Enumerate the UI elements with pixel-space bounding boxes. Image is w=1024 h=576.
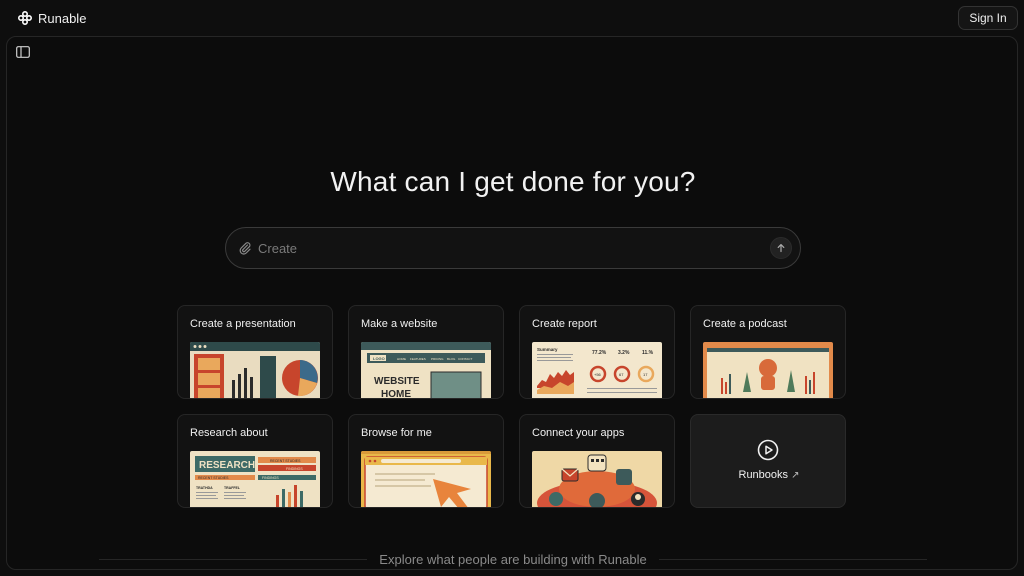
brand[interactable]: Runable (18, 11, 86, 26)
thumb-research-col2: TRAFFEL (224, 486, 241, 490)
page-title: What can I get done for you? (330, 166, 696, 197)
runbooks-label: Runbooks ↗ (691, 469, 845, 481)
prompt-input[interactable] (258, 236, 758, 260)
research-thumbnail: RESEARCH RECENT STUDIES FINDINGS RECENT … (190, 451, 320, 507)
thumb-hero-line2: HOME (381, 389, 411, 399)
card-title: Create a presentation (190, 318, 296, 330)
thumb-nav-contact: CONTACT (458, 357, 472, 361)
prompt-box (225, 227, 801, 269)
browse-thumbnail (361, 451, 491, 507)
thumb-stat-3: 11.% (642, 350, 654, 356)
sidebar-toggle-icon[interactable] (16, 46, 30, 58)
thumb-summary-title: Summary (537, 347, 558, 352)
thumb-stat-1: 77.2% (592, 350, 607, 356)
explore-section: Explore what people are building with Ru… (99, 550, 927, 569)
thumb-hero-line1: WEBSITE (374, 376, 420, 387)
card-research-about[interactable]: Research about RESEARCH RECENT STUDIES F… (177, 414, 333, 508)
connect-apps-thumbnail (532, 451, 662, 507)
report-thumbnail: Summary 77.2% 3.2% 11.% +56 67 17 (532, 342, 662, 398)
thumb-nav-home: HOME (397, 357, 406, 361)
card-title: Make a website (361, 318, 438, 330)
card-title: Browse for me (361, 427, 432, 439)
card-title: Create report (532, 318, 597, 330)
thumb-research-heading: RESEARCH (199, 460, 255, 471)
card-browse-for-me[interactable]: Browse for me (348, 414, 504, 508)
card-make-website[interactable]: Make a website LOGO HOME FEATURES PRICIN… (348, 305, 504, 399)
thumb-research-tag3: RECENT STUDIES (198, 476, 229, 480)
sign-in-button[interactable]: Sign In (958, 6, 1018, 30)
card-create-presentation[interactable]: Create a presentation (177, 305, 333, 399)
presentation-thumbnail (190, 342, 320, 398)
play-circle-icon (757, 439, 779, 461)
thumb-research-tag1: RECENT STUDIES (270, 459, 301, 463)
thumb-nav-blog: BLOG (447, 357, 456, 361)
card-title: Connect your apps (532, 427, 625, 439)
card-create-report[interactable]: Create report Summary 77.2% 3.2% 11.% +5… (519, 305, 675, 399)
card-create-podcast[interactable]: Create a podcast (690, 305, 846, 399)
thumb-nav-features: FEATURES (410, 357, 426, 361)
send-button[interactable] (770, 237, 792, 259)
thumb-research-col1: TRATHDA (196, 486, 213, 490)
arrow-up-icon (777, 244, 785, 253)
arrow-up-right-icon: ↗ (791, 470, 800, 481)
thumb-stat-2: 3.2% (618, 350, 630, 356)
thumb-nav-pricing: PRICING (431, 357, 444, 361)
brand-name: Runable (38, 10, 87, 26)
explore-link[interactable]: Explore what people are building with Ru… (99, 552, 927, 567)
podcast-thumbnail (703, 342, 833, 398)
thumb-research-tag2: FINDINGS (286, 467, 303, 471)
main-panel: What can I get done for you? Create a pr… (6, 36, 1018, 570)
card-title: Create a podcast (703, 318, 787, 330)
website-thumbnail: LOGO HOME FEATURES PRICING BLOG CONTACT … (361, 342, 491, 399)
top-bar: Runable Sign In (0, 0, 1024, 36)
thumb-gauge-3: 17 (643, 372, 648, 377)
thumb-gauge-2: 67 (619, 372, 624, 377)
card-title: Research about (190, 427, 268, 439)
runable-logo-icon (18, 11, 32, 25)
paperclip-icon[interactable] (238, 241, 252, 255)
thumb-logo-text: LOGO (373, 356, 385, 361)
runbooks-card[interactable]: Runbooks ↗ (690, 414, 846, 508)
card-connect-apps[interactable]: Connect your apps (519, 414, 675, 508)
runbooks-text: Runbooks (738, 469, 789, 481)
thumb-gauge-1: +56 (594, 372, 602, 377)
thumb-research-tag4: FINDINGS (262, 476, 279, 480)
